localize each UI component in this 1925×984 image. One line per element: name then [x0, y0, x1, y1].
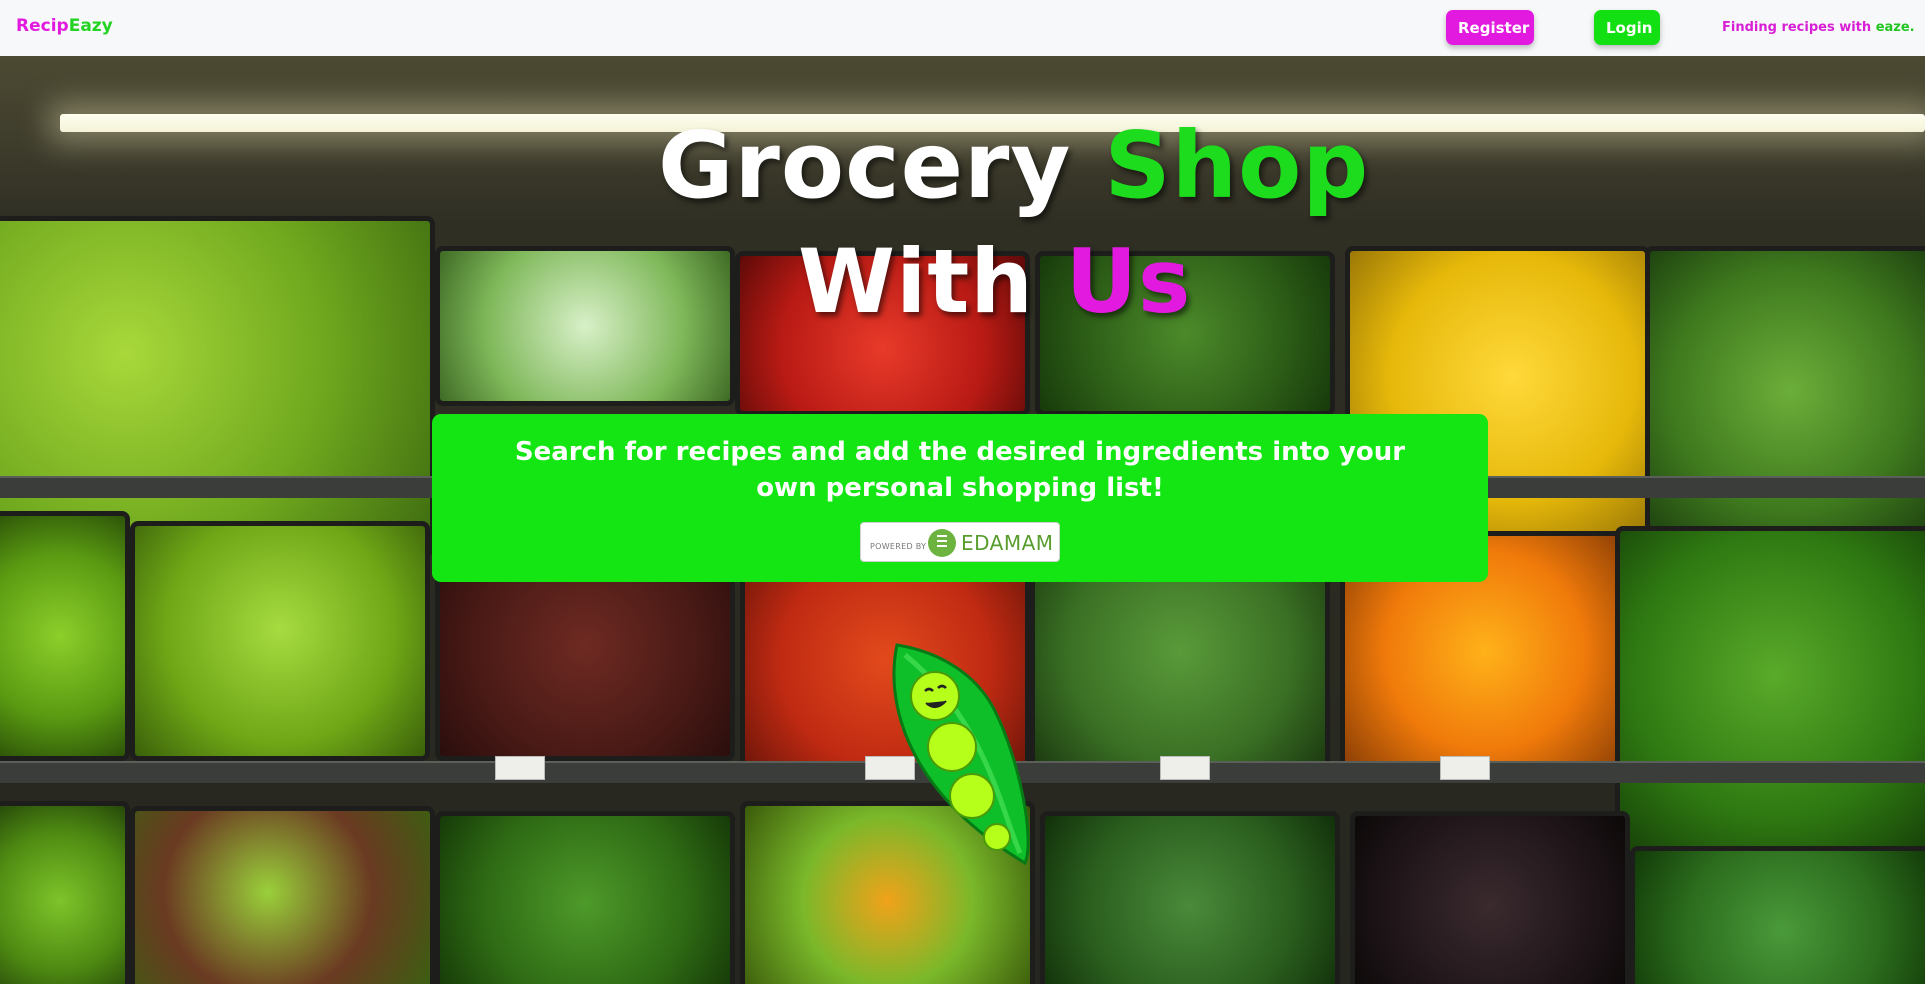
- navbar: RecipEazy Register Login Finding recipes…: [0, 0, 1925, 56]
- tagline-main: Finding recipes with: [1722, 20, 1876, 35]
- produce-bin: [0, 801, 130, 984]
- brand-name-part1: Recip: [16, 16, 69, 36]
- produce-bin: [1040, 811, 1340, 984]
- brand-logo[interactable]: RecipEazy: [16, 16, 113, 36]
- price-tag: [1440, 756, 1490, 780]
- register-button[interactable]: Register: [1446, 10, 1534, 45]
- produce-bin: [1350, 811, 1630, 984]
- edamam-logo-icon: [928, 529, 956, 557]
- produce-bin: [435, 246, 735, 406]
- produce-bin: [1615, 526, 1925, 856]
- badge-brand: EDAMAM: [961, 531, 1054, 555]
- headline-line2: With Us: [798, 234, 1191, 330]
- tagline: Finding recipes with eaze.: [1722, 20, 1915, 35]
- headline-word-grocery: Grocery: [658, 112, 1072, 219]
- headline-word-with: With: [798, 230, 1034, 333]
- price-tag: [495, 756, 545, 780]
- badge-powered-by: POWERED BY: [870, 542, 927, 551]
- produce-bin: [0, 511, 130, 761]
- price-tag: [1160, 756, 1210, 780]
- hero-background: Grocery Shop With Us Search for recipes …: [0, 56, 1925, 984]
- tagline-accent: eaze.: [1875, 20, 1915, 35]
- headline-word-shop: Shop: [1104, 112, 1370, 219]
- intro-text: Search for recipes and add the desired i…: [514, 437, 1406, 503]
- produce-bin: [130, 521, 430, 761]
- headline-word-us: Us: [1065, 230, 1192, 333]
- produce-bin: [130, 806, 435, 984]
- login-button[interactable]: Login: [1594, 10, 1660, 45]
- pea-pod-mascot-icon: [892, 643, 1030, 866]
- produce-bin: [0, 216, 435, 556]
- intro-card: Search for recipes and add the desired i…: [432, 414, 1488, 582]
- produce-bin: [435, 811, 735, 984]
- edamam-badge[interactable]: POWERED BY EDAMAM: [860, 522, 1060, 562]
- brand-name-part2: Eazy: [68, 16, 113, 36]
- produce-bin: [1630, 846, 1925, 984]
- headline-line1: Grocery Shop: [658, 116, 1369, 216]
